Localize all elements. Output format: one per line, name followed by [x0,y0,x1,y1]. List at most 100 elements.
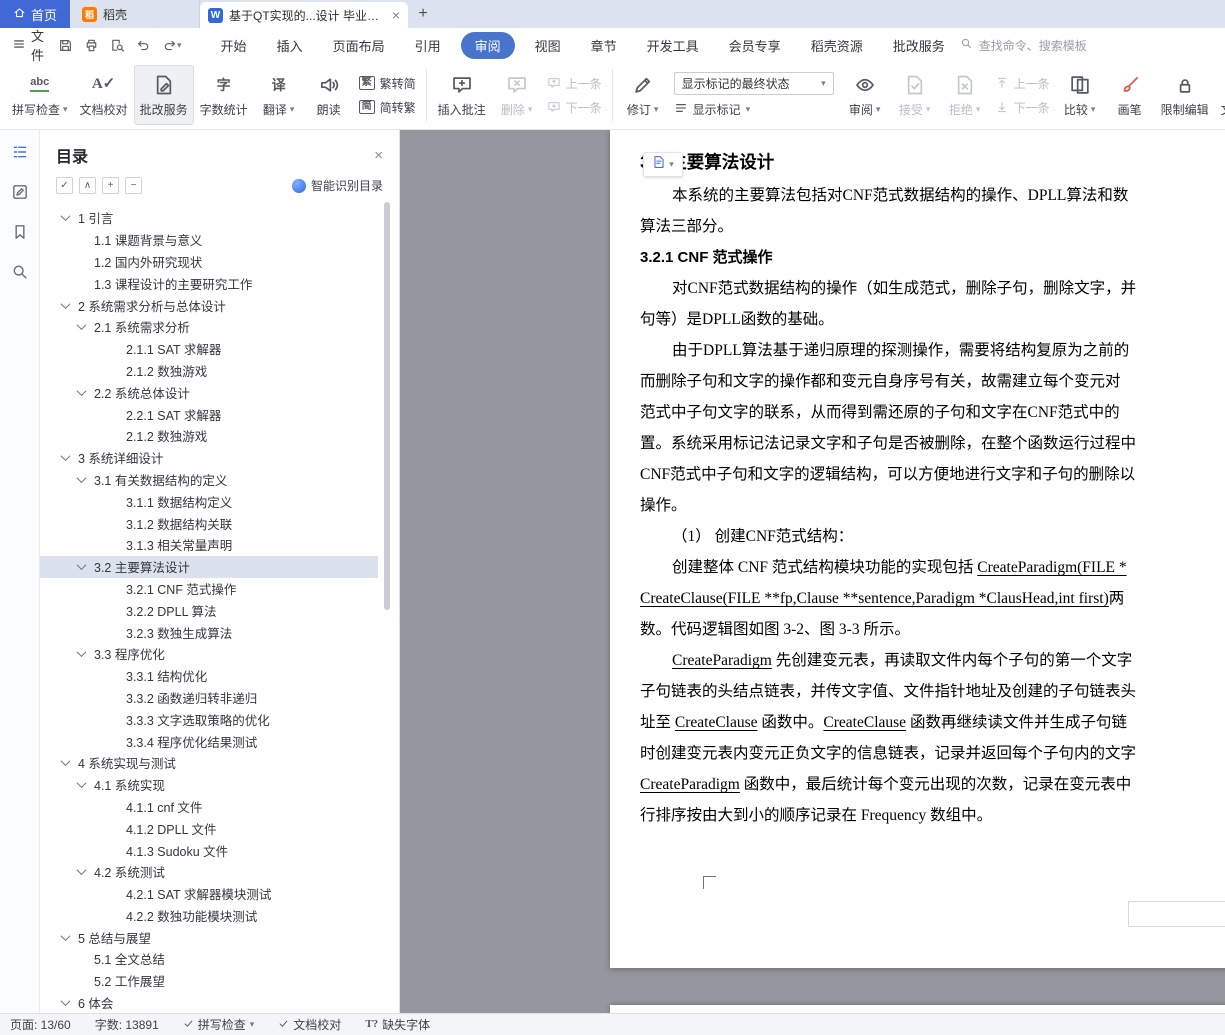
toc-collapse-all-button[interactable]: − [125,177,142,194]
toc-check-button[interactable]: ✓ [56,177,73,194]
toc-item-3.1.1[interactable]: 3.1.1 数据结构定义 [40,490,378,512]
track-changes-button[interactable]: 修订 ▾ [618,65,668,125]
strip-annotation-button[interactable] [10,182,30,202]
read-aloud-button[interactable]: 朗读 [304,65,354,125]
toc-item-4.1.3[interactable]: 4.1.3 Sudoku 文件 [40,839,378,861]
toc-item-2.1.1[interactable]: 2.1.1 SAT 求解器 [40,338,378,360]
toc-item-3.2.2[interactable]: 3.2.2 DPLL 算法 [40,599,378,621]
menu-tab-7[interactable]: 开发工具 [637,32,709,59]
toc-item-4.2.1[interactable]: 4.2.1 SAT 求解器模块测试 [40,883,378,905]
file-menu-button[interactable]: 文件 [12,26,44,64]
toc-collapse-up-button[interactable]: ∧ [79,177,96,194]
menu-tab-1[interactable]: 插入 [267,32,313,59]
spellcheck-button[interactable]: abc 拼写检查 ▾ [6,65,74,125]
proofread-button[interactable]: A✓ 文档校对 [74,65,134,125]
chevron-down-icon[interactable] [76,647,87,658]
proofread-status[interactable]: 文档校对 [278,1016,341,1033]
strip-outline-button[interactable] [10,142,30,162]
reject-button[interactable]: 拒绝 ▾ [940,65,990,125]
translate-button[interactable]: 译翻译 ▾ [254,65,304,125]
toc-item-5.2[interactable]: 5.2 工作展望 [40,970,378,992]
jian-to-fan-button[interactable]: 简简转繁 [358,99,416,116]
toc-item-4.1[interactable]: 4.1 系统实现 [40,774,378,796]
toc-item-5[interactable]: 5 总结与展望 [40,926,378,948]
toc-item-5.1[interactable]: 5.1 全文总结 [40,948,378,970]
menu-tab-5[interactable]: 视图 [525,32,571,59]
menu-tab-6[interactable]: 章节 [581,32,627,59]
strip-bookmark-button[interactable] [10,222,30,242]
menu-tab-2[interactable]: 页面布局 [323,32,395,59]
correction-button[interactable]: 批改服务 [133,65,194,125]
next-comment-button[interactable]: 下一条 [547,99,602,116]
document-page[interactable]: 3.2 主要算法设计 本系统的主要算法包括对CNF范式数据结构的操作、DPLL算法… [610,130,1225,968]
comment-indicator-button[interactable]: ▾ [643,152,683,177]
home-tab[interactable]: 首页 [0,0,70,28]
toc-item-2.2.1[interactable]: 2.2.1 SAT 求解器 [40,403,378,425]
chevron-down-icon[interactable] [60,298,71,309]
missing-font-status[interactable]: T? 缺失字体 [365,1016,430,1033]
toc-item-4.1.2[interactable]: 4.1.2 DPLL 文件 [40,817,378,839]
new-tab-button[interactable]: + [408,0,438,28]
fan-to-jian-button[interactable]: 繁繁转简 [358,75,416,92]
menu-tab-3[interactable]: 引用 [405,32,451,59]
chevron-down-icon[interactable] [60,996,71,1007]
display-marks-combo[interactable]: 显示标记的最终状态 ▾ [673,72,834,95]
doc-permission-button[interactable]: 文档权限 [1215,65,1225,125]
toc-item-2.1.2[interactable]: 2.1.2 数独游戏 [40,360,378,382]
chevron-down-icon[interactable] [60,930,71,941]
toc-item-3.3.1[interactable]: 3.3.1 结构优化 [40,665,378,687]
menu-tab-0[interactable]: 开始 [211,32,257,59]
toc-item-2.1.2[interactable]: 2.1.2 数独游戏 [40,425,378,447]
toc-item-3.2.3[interactable]: 3.2.3 数独生成算法 [40,621,378,643]
toc-expand-all-button[interactable]: + [102,177,119,194]
save-button[interactable] [58,38,73,53]
menu-tab-9[interactable]: 稻壳资源 [801,32,873,59]
toc-item-3.3.4[interactable]: 3.3.4 程序优化结果测试 [40,730,378,752]
brush-button[interactable]: 画笔 [1105,65,1155,125]
chevron-down-icon[interactable] [76,560,87,571]
toc-item-3[interactable]: 3 系统详细设计 [40,447,378,469]
toc-close-icon[interactable]: × [374,147,383,164]
toc-item-3.1.3[interactable]: 3.1.3 相关常量声明 [40,534,378,556]
document-tab[interactable]: W 基于QT实现的...设计 毕业论文 × [200,2,408,28]
toc-item-3.3.2[interactable]: 3.3.2 函数递归转非递归 [40,687,378,709]
chevron-down-icon[interactable] [60,756,71,767]
delete-comment-button[interactable]: 删除 ▾ [492,65,542,125]
word-count-indicator[interactable]: 字数: 13891 [95,1016,159,1033]
redo-button[interactable]: ▾ [162,38,182,53]
undo-button[interactable] [136,38,151,53]
toc-item-1.2[interactable]: 1.2 国内外研究现状 [40,251,378,273]
preview-button[interactable] [110,38,125,53]
toc-item-2[interactable]: 2 系统需求分析与总体设计 [40,294,378,316]
restrict-edit-button[interactable]: 限制编辑 [1155,65,1215,125]
strip-search-button[interactable] [10,262,30,282]
prev-change-button[interactable]: 上一条 [995,75,1050,92]
review-button[interactable]: 审阅 ▾ [840,65,890,125]
compare-button[interactable]: 比较 ▾ [1055,65,1105,125]
smart-recognize-toc-button[interactable]: 智能识别目录 [291,177,383,194]
close-tab-icon[interactable]: × [392,7,400,23]
menu-tab-4[interactable]: 审阅 [460,31,515,59]
page-indicator[interactable]: 页面: 13/60 [10,1016,71,1033]
toc-item-4.1.1[interactable]: 4.1.1 cnf 文件 [40,796,378,818]
accept-button[interactable]: 接受 ▾ [890,65,940,125]
prev-comment-button[interactable]: 上一条 [547,75,602,92]
toc-item-4.2.2[interactable]: 4.2.2 数独功能模块测试 [40,905,378,927]
menu-tab-8[interactable]: 会员专享 [719,32,791,59]
insert-comment-button[interactable]: 插入批注 [432,65,492,125]
menu-tab-10[interactable]: 批改服务 [883,32,955,59]
chevron-down-icon[interactable] [60,211,71,222]
toc-item-2.1[interactable]: 2.1 系统需求分析 [40,316,378,338]
chevron-down-icon[interactable] [76,320,87,331]
toc-item-3.3[interactable]: 3.3 程序优化 [40,643,378,665]
chevron-down-icon[interactable] [60,451,71,462]
toc-item-6[interactable]: 6 体会 [40,992,378,1013]
chevron-down-icon[interactable] [76,385,87,396]
toc-item-3.1.2[interactable]: 3.1.2 数据结构关联 [40,512,378,534]
chevron-down-icon[interactable] [76,865,87,876]
chevron-down-icon[interactable] [76,473,87,483]
docer-tab[interactable]: 稻 稻壳 [70,0,200,28]
toc-item-3.3.3[interactable]: 3.3.3 文字选取策略的优化 [40,708,378,730]
toc-item-4.2[interactable]: 4.2 系统测试 [40,861,378,883]
toc-item-1.1[interactable]: 1.1 课题背景与意义 [40,229,378,251]
